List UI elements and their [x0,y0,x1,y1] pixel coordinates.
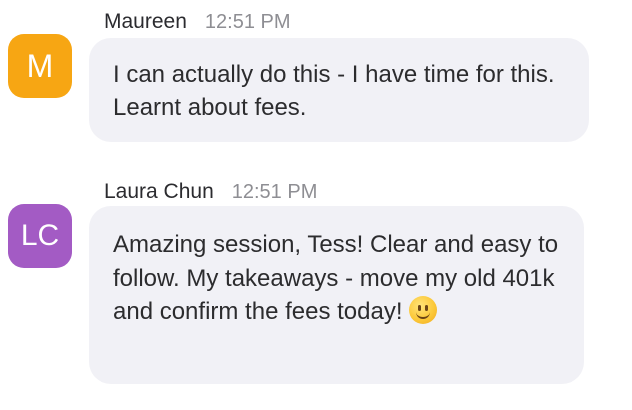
avatar[interactable]: M [8,34,72,98]
message-header: Laura Chun 12:51 PM [104,180,317,204]
message-text: I can actually do this - I have time for… [113,61,555,121]
message-text: Amazing session, Tess! Clear and easy to… [113,231,559,325]
message-header: Maureen 12:51 PM [104,10,291,34]
slightly-smiling-face-icon [408,296,437,324]
message-timestamp: 12:51 PM [204,11,291,33]
avatar-initials: LC [20,219,60,252]
avatar[interactable]: LC [8,204,72,268]
message-bubble[interactable]: I can actually do this - I have time for… [89,38,589,142]
message-bubble[interactable]: Amazing session, Tess! Clear and easy to… [89,206,584,384]
avatar-initials: M [26,47,54,84]
message-timestamp: 12:51 PM [231,181,318,203]
sender-name[interactable]: Maureen [104,10,187,34]
sender-name[interactable]: Laura Chun [104,180,214,204]
